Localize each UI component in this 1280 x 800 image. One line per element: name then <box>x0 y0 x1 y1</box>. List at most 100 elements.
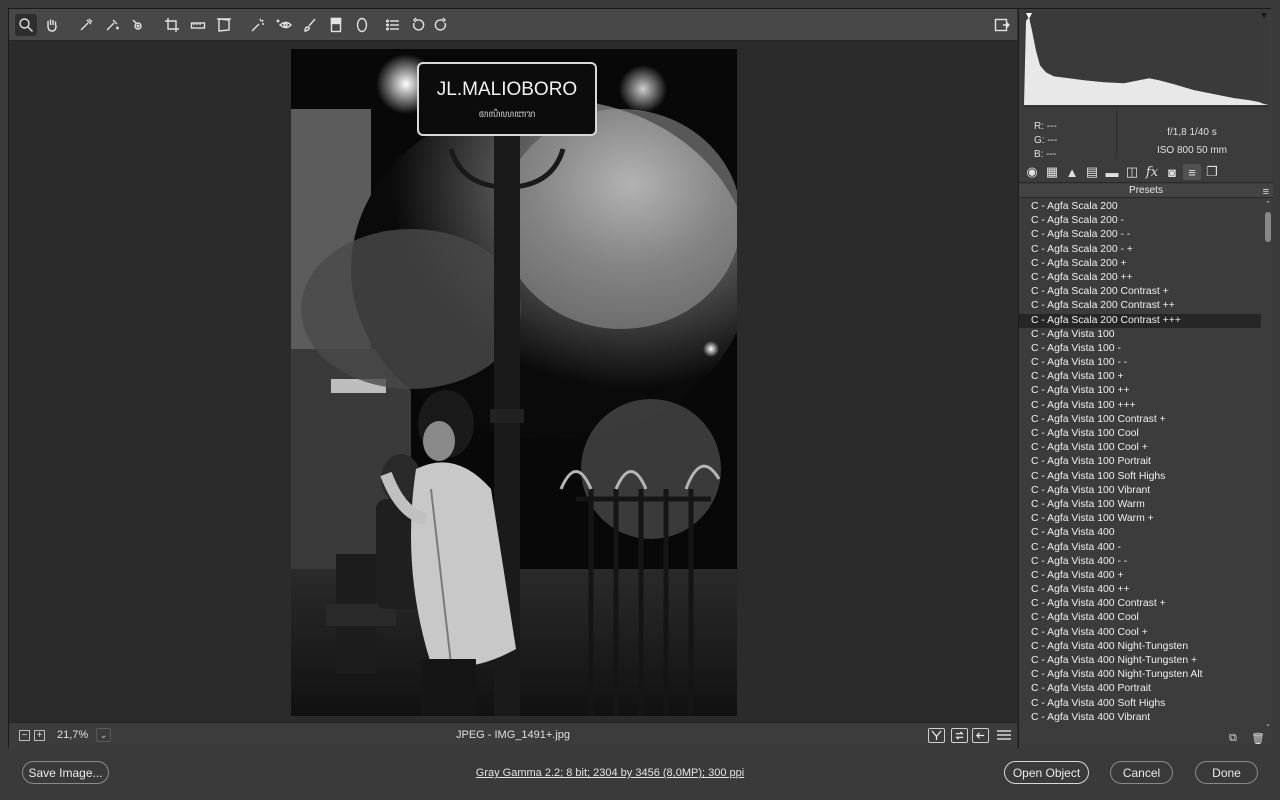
detail-tab-icon[interactable]: ▲ <box>1063 164 1081 180</box>
targeted-adjustment-tool-icon[interactable] <box>127 14 149 36</box>
preset-item[interactable]: C - Agfa Vista 100 +++ <box>1019 399 1261 413</box>
red-eye-tool-icon[interactable] <box>273 14 295 36</box>
preset-item[interactable]: C - Agfa Scala 200 + <box>1019 257 1261 271</box>
histogram <box>1024 11 1269 107</box>
preset-item[interactable]: C - Agfa Scala 200 <box>1019 200 1261 214</box>
preset-item[interactable]: C - Agfa Vista 100 <box>1019 328 1261 342</box>
preset-item[interactable]: C - Agfa Vista 400 Night-Tungsten Alt <box>1019 668 1261 682</box>
photo-illustration: JL.MALIOBORO ꦩꦭꦶꦪꦧꦫ <box>291 49 737 716</box>
preview-toggle-button[interactable] <box>928 728 945 743</box>
white-balance-tool-icon[interactable] <box>75 14 97 36</box>
before-after-button[interactable] <box>951 728 968 743</box>
preset-item[interactable]: C - Agfa Vista 400 Portrait <box>1019 682 1261 696</box>
preset-item[interactable]: C - Agfa Vista 400 Soft Highs <box>1019 697 1261 711</box>
preset-item[interactable]: C - Agfa Scala 200 - - <box>1019 228 1261 242</box>
toolbar <box>9 9 1017 41</box>
scroll-down-icon[interactable]: ⌄ <box>1264 720 1272 728</box>
image-canvas[interactable]: JL.MALIOBORO ꦩꦭꦶꦪꦧꦫ <box>9 42 1017 721</box>
transform-tool-icon[interactable] <box>213 14 235 36</box>
preset-item[interactable]: C - Agfa Vista 400 + <box>1019 569 1261 583</box>
panel-footer: ⧉ 🗑 <box>1019 729 1273 748</box>
aperture-shutter: f/1,8 1/40 s <box>1167 127 1217 138</box>
preset-item[interactable]: C - Agfa Vista 100 Cool + <box>1019 441 1261 455</box>
fullscreen-icon[interactable] <box>991 14 1013 36</box>
preview-preferences-icon[interactable] <box>993 724 1015 746</box>
preset-item[interactable]: C - Agfa Scala 200 - <box>1019 214 1261 228</box>
panel-menu-icon[interactable]: ≡ <box>1263 185 1269 199</box>
preset-item[interactable]: C - Agfa Vista 100 Vibrant <box>1019 484 1261 498</box>
iso-focal-length: ISO 800 50 mm <box>1156 145 1228 156</box>
preset-item[interactable]: C - Agfa Vista 400 Cool <box>1019 611 1261 625</box>
done-button[interactable]: Done <box>1195 761 1258 784</box>
presets-list: C - Agfa Scala 200 C - Agfa Scala 200 -C … <box>1019 200 1261 728</box>
preset-item[interactable]: C - Agfa Vista 400 <box>1019 526 1261 540</box>
presets-scrollbar[interactable]: ⌃ ⌄ <box>1264 200 1272 728</box>
preset-item[interactable]: C - Agfa Vista 100 Cool <box>1019 427 1261 441</box>
preset-item[interactable]: C - Agfa Vista 400 Cool + <box>1019 626 1261 640</box>
panel-tabs: ◉ ▦ ▲ ▤ ▬ ◫ fx ◙ ≡ ❐ <box>1019 161 1273 183</box>
panel-title: Presets ≡ <box>1019 184 1273 198</box>
presets-list-icon[interactable] <box>382 14 404 36</box>
open-object-button[interactable]: Open Object <box>1004 761 1089 784</box>
scroll-thumb[interactable] <box>1265 212 1271 242</box>
preset-item[interactable]: C - Agfa Vista 100 Warm + <box>1019 512 1261 526</box>
preset-item[interactable]: C - Agfa Vista 100 Contrast + <box>1019 413 1261 427</box>
snapshots-tab-icon[interactable]: ❐ <box>1203 164 1221 180</box>
preset-item[interactable]: C - Agfa Vista 100 Soft Highs <box>1019 470 1261 484</box>
preset-item[interactable]: C - Agfa Scala 200 Contrast + <box>1019 285 1261 299</box>
preset-item[interactable]: C - Agfa Vista 100 + <box>1019 370 1261 384</box>
preset-item[interactable]: C - Agfa Vista 100 ++ <box>1019 384 1261 398</box>
preset-item[interactable]: C - Agfa Scala 200 Contrast +++ <box>1019 313 1261 328</box>
preset-item[interactable]: C - Agfa Vista 100 Portrait <box>1019 455 1261 469</box>
preset-item[interactable]: C - Agfa Vista 400 ++ <box>1019 583 1261 597</box>
preset-item[interactable]: C - Agfa Vista 100 - - <box>1019 356 1261 370</box>
effects-tab-icon[interactable]: fx <box>1143 164 1161 180</box>
delete-preset-icon[interactable]: 🗑 <box>1251 732 1265 745</box>
preset-item[interactable]: C - Agfa Vista 400 Vibrant <box>1019 711 1261 725</box>
color-sampler-tool-icon[interactable] <box>101 14 123 36</box>
dialog-button-bar: Save Image... Gray Gamma 2.2; 8 bit; 230… <box>0 750 1280 800</box>
hsl-tab-icon[interactable]: ▤ <box>1083 164 1101 180</box>
street-sign-subtext: ꦩꦭꦶꦪꦧꦫ <box>479 108 536 120</box>
straighten-tool-icon[interactable] <box>187 14 209 36</box>
red-value: R: --- <box>1034 121 1057 132</box>
preview-image: JL.MALIOBORO ꦩꦭꦶꦪꦧꦫ <box>291 49 737 716</box>
rotate-right-icon[interactable] <box>430 14 452 36</box>
zoom-tool-icon[interactable] <box>15 14 37 36</box>
image-info: R: --- G: --- B: --- f/1,8 1/40 s ISO 80… <box>1024 109 1269 160</box>
scroll-up-icon[interactable]: ⌃ <box>1264 200 1272 208</box>
preset-item[interactable]: C - Agfa Vista 100 - <box>1019 342 1261 356</box>
preset-item[interactable]: C - Agfa Vista 400 Contrast + <box>1019 597 1261 611</box>
camera-calibration-tab-icon[interactable]: ◙ <box>1163 164 1181 180</box>
preset-item[interactable]: C - Agfa Scala 200 Contrast ++ <box>1019 299 1261 313</box>
preset-item[interactable]: C - Agfa Vista 100 Warm <box>1019 498 1261 512</box>
preset-item[interactable]: C - Agfa Vista 400 Night-Tungsten + <box>1019 654 1261 668</box>
basic-tab-icon[interactable]: ◉ <box>1023 164 1041 180</box>
preset-item[interactable]: C - Agfa Scala 200 ++ <box>1019 271 1261 285</box>
green-value: G: --- <box>1034 135 1058 146</box>
adjustment-panel: R: --- G: --- B: --- f/1,8 1/40 s ISO 80… <box>1018 9 1273 748</box>
cancel-button[interactable]: Cancel <box>1110 761 1173 784</box>
status-bar: − + 21,7% ⌄ JPEG - IMG_1491+.jpg <box>9 722 1017 748</box>
radial-filter-tool-icon[interactable] <box>351 14 373 36</box>
rotate-left-icon[interactable] <box>407 14 429 36</box>
adjustment-brush-tool-icon[interactable] <box>299 14 321 36</box>
shadow-clipping-icon <box>1026 12 1032 19</box>
preset-item[interactable]: C - Agfa Vista 400 - - <box>1019 555 1261 569</box>
preset-item[interactable]: C - Agfa Scala 200 - + <box>1019 243 1261 257</box>
hand-tool-icon[interactable] <box>41 14 63 36</box>
presets-tab-icon[interactable]: ≡ <box>1183 164 1201 180</box>
graduated-filter-tool-icon[interactable] <box>325 14 347 36</box>
tone-curve-tab-icon[interactable]: ▦ <box>1043 164 1061 180</box>
street-sign-text: JL.MALIOBORO <box>437 79 577 100</box>
new-preset-icon[interactable]: ⧉ <box>1229 732 1237 745</box>
file-name: JPEG - IMG_1491+.jpg <box>455 729 571 741</box>
split-toning-tab-icon[interactable]: ▬ <box>1103 164 1121 180</box>
spot-removal-tool-icon[interactable] <box>247 14 269 36</box>
preset-item[interactable]: C - Agfa Vista 400 - <box>1019 541 1261 555</box>
camera-raw-window: JL.MALIOBORO ꦩꦭꦶꦪꦧꦫ − + 21,7% ⌄ JPEG - I… <box>8 8 1273 748</box>
preset-item[interactable]: C - Agfa Vista 400 Night-Tungsten <box>1019 640 1261 654</box>
crop-tool-icon[interactable] <box>161 14 183 36</box>
lens-corrections-tab-icon[interactable]: ◫ <box>1123 164 1141 180</box>
swap-settings-button[interactable] <box>972 728 989 743</box>
